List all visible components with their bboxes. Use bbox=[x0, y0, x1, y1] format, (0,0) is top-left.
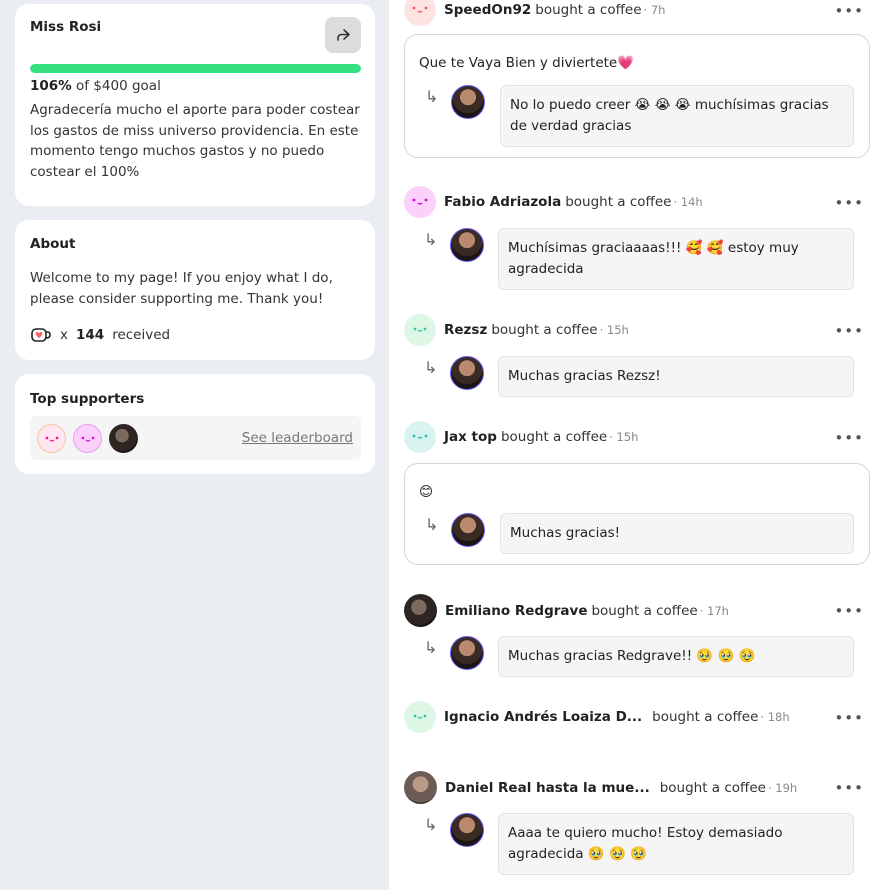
creator-reply: ↳ No lo puedo creer 😭 😭 😭 muchísimas gra… bbox=[425, 85, 854, 147]
goal-amount: of $400 goal bbox=[76, 78, 161, 94]
supporter-avatar[interactable] bbox=[404, 594, 437, 627]
reply-bubble: Muchas gracias! bbox=[500, 513, 854, 554]
supporter-avatar[interactable] bbox=[73, 424, 102, 453]
more-options-icon[interactable]: ••• bbox=[834, 194, 864, 212]
supporter-avatar[interactable] bbox=[404, 421, 436, 453]
supporter-avatar[interactable] bbox=[37, 424, 66, 453]
smiley-face-icon bbox=[45, 436, 58, 442]
smiley-face-icon bbox=[412, 434, 428, 439]
smiley-face-icon bbox=[412, 6, 428, 13]
supporter-avatar[interactable] bbox=[404, 771, 437, 804]
action-text: bought a coffee bbox=[535, 2, 642, 18]
supporter-name[interactable]: Ignacio Andrés Loaiza D... bbox=[444, 709, 642, 725]
about-text: Welcome to my page! If you enjoy what I … bbox=[30, 270, 333, 307]
goal-description: Agradecería mucho el aporte para poder c… bbox=[30, 102, 360, 180]
creator-reply: ↳ Muchísimas graciaaaas!!! 🥰 🥰 estoy muy… bbox=[424, 228, 854, 290]
goal-percent: 106% bbox=[30, 78, 72, 94]
action-text: bought a coffee bbox=[659, 779, 766, 796]
goal-text: 106% of $400 goal bbox=[30, 78, 161, 94]
about-title: About bbox=[30, 236, 76, 252]
left-panel: Miss Rosi 106% of $400 goal Agradecería … bbox=[0, 0, 389, 890]
creator-reply: ↳ Muchas gracias! bbox=[425, 513, 854, 554]
about-card: About Welcome to my page! If you enjoy w… bbox=[15, 220, 375, 360]
share-icon bbox=[337, 29, 350, 41]
coffee-cup-icon bbox=[31, 328, 51, 342]
coffees-received: x 144 received bbox=[30, 326, 170, 344]
received-label: received bbox=[112, 327, 171, 343]
action-text: bought a coffee bbox=[500, 429, 608, 445]
action-text: bought a coffee bbox=[491, 322, 598, 338]
action-text: bought a coffee bbox=[591, 602, 698, 619]
supporter-name[interactable]: Jax top bbox=[444, 429, 497, 445]
supporters-strip: See leaderboard bbox=[30, 416, 361, 460]
action-text: bought a coffee bbox=[565, 194, 672, 210]
reply-arrow-icon: ↳ bbox=[424, 638, 438, 657]
times-sign: x bbox=[60, 327, 68, 343]
creator-avatar[interactable] bbox=[450, 813, 484, 847]
reply-bubble: Aaaa te quiero mucho! Estoy demasiado ag… bbox=[498, 813, 854, 875]
supporter-avatar[interactable] bbox=[404, 701, 436, 733]
reply-bubble: Muchísimas graciaaaas!!! 🥰 🥰 estoy muy a… bbox=[498, 228, 854, 290]
more-options-icon[interactable]: ••• bbox=[834, 779, 864, 797]
reply-arrow-icon: ↳ bbox=[425, 87, 439, 106]
supporter-name[interactable]: Daniel Real hasta la mue... bbox=[445, 780, 650, 796]
creator-avatar[interactable] bbox=[450, 356, 484, 390]
reply-bubble: Muchas gracias Rezsz! bbox=[498, 356, 854, 397]
supporter-avatar[interactable] bbox=[404, 314, 436, 346]
creator-avatar[interactable] bbox=[451, 513, 485, 547]
supporter-name[interactable]: SpeedOn92 bbox=[444, 2, 531, 18]
timestamp: · 17h bbox=[699, 603, 729, 618]
supporters-feed: SpeedOn92 bought a coffee · 7h ••• Que t… bbox=[389, 0, 878, 890]
more-options-icon[interactable]: ••• bbox=[834, 429, 864, 447]
timestamp: · 14h bbox=[673, 195, 703, 209]
reply-arrow-icon: ↳ bbox=[424, 815, 438, 834]
supporter-message: 😊 bbox=[419, 484, 434, 500]
reply-arrow-icon: ↳ bbox=[425, 515, 439, 534]
creator-avatar[interactable] bbox=[450, 228, 484, 262]
action-text: bought a coffee bbox=[652, 709, 759, 725]
reply-arrow-icon: ↳ bbox=[424, 358, 438, 377]
supporter-avatar[interactable] bbox=[404, 0, 436, 26]
message-card: Que te Vaya Bien y diviertete💗 ↳ No lo p… bbox=[404, 34, 870, 158]
creator-avatar[interactable] bbox=[450, 636, 484, 670]
supporter-message: Que te Vaya Bien y diviertete💗 bbox=[419, 55, 635, 71]
supporter-name[interactable]: Rezsz bbox=[444, 322, 487, 338]
smiley-face-icon bbox=[81, 436, 94, 442]
goal-progress-bar bbox=[30, 64, 361, 73]
supporter-avatar[interactable] bbox=[404, 186, 436, 218]
reply-bubble: Muchas gracias Redgrave!! 🥹 🥹 🥹 bbox=[498, 636, 854, 677]
supporter-name[interactable]: Fabio Adriazola bbox=[444, 194, 561, 210]
reply-bubble: No lo puedo creer 😭 😭 😭 muchísimas graci… bbox=[500, 85, 854, 147]
more-options-icon[interactable]: ••• bbox=[834, 2, 864, 20]
creator-name: Miss Rosi bbox=[30, 19, 102, 35]
see-leaderboard-link[interactable]: See leaderboard bbox=[242, 430, 353, 446]
creator-reply: ↳ Aaaa te quiero mucho! Estoy demasiado … bbox=[424, 813, 854, 875]
timestamp: · 19h bbox=[767, 780, 798, 795]
timestamp: · 15h bbox=[609, 430, 639, 444]
smiley-face-icon bbox=[413, 714, 427, 719]
timestamp: · 7h bbox=[643, 3, 666, 17]
creator-reply: ↳ Muchas gracias Rezsz! bbox=[424, 356, 854, 397]
profile-card: Miss Rosi 106% of $400 goal Agradecería … bbox=[15, 4, 375, 206]
supporter-name[interactable]: Emiliano Redgrave bbox=[445, 603, 587, 619]
top-supporters-title: Top supporters bbox=[30, 391, 145, 407]
coffee-count: 144 bbox=[76, 327, 105, 343]
creator-avatar[interactable] bbox=[451, 85, 485, 119]
reply-arrow-icon: ↳ bbox=[424, 230, 438, 249]
top-supporters-card: Top supporters See leaderboard bbox=[15, 374, 375, 474]
share-button[interactable] bbox=[325, 17, 361, 53]
creator-reply: ↳ Muchas gracias Redgrave!! 🥹 🥹 🥹 bbox=[424, 636, 854, 677]
smiley-face-icon bbox=[412, 198, 428, 205]
supporter-avatar[interactable] bbox=[109, 424, 138, 453]
smiley-face-icon bbox=[413, 327, 427, 332]
timestamp: · 15h bbox=[599, 323, 629, 337]
message-card: 😊 ↳ Muchas gracias! bbox=[404, 463, 870, 565]
timestamp: · 18h bbox=[760, 710, 790, 724]
goal-progress-fill bbox=[30, 64, 361, 73]
more-options-icon[interactable]: ••• bbox=[834, 709, 864, 727]
more-options-icon[interactable]: ••• bbox=[834, 322, 864, 340]
more-options-icon[interactable]: ••• bbox=[834, 602, 864, 620]
